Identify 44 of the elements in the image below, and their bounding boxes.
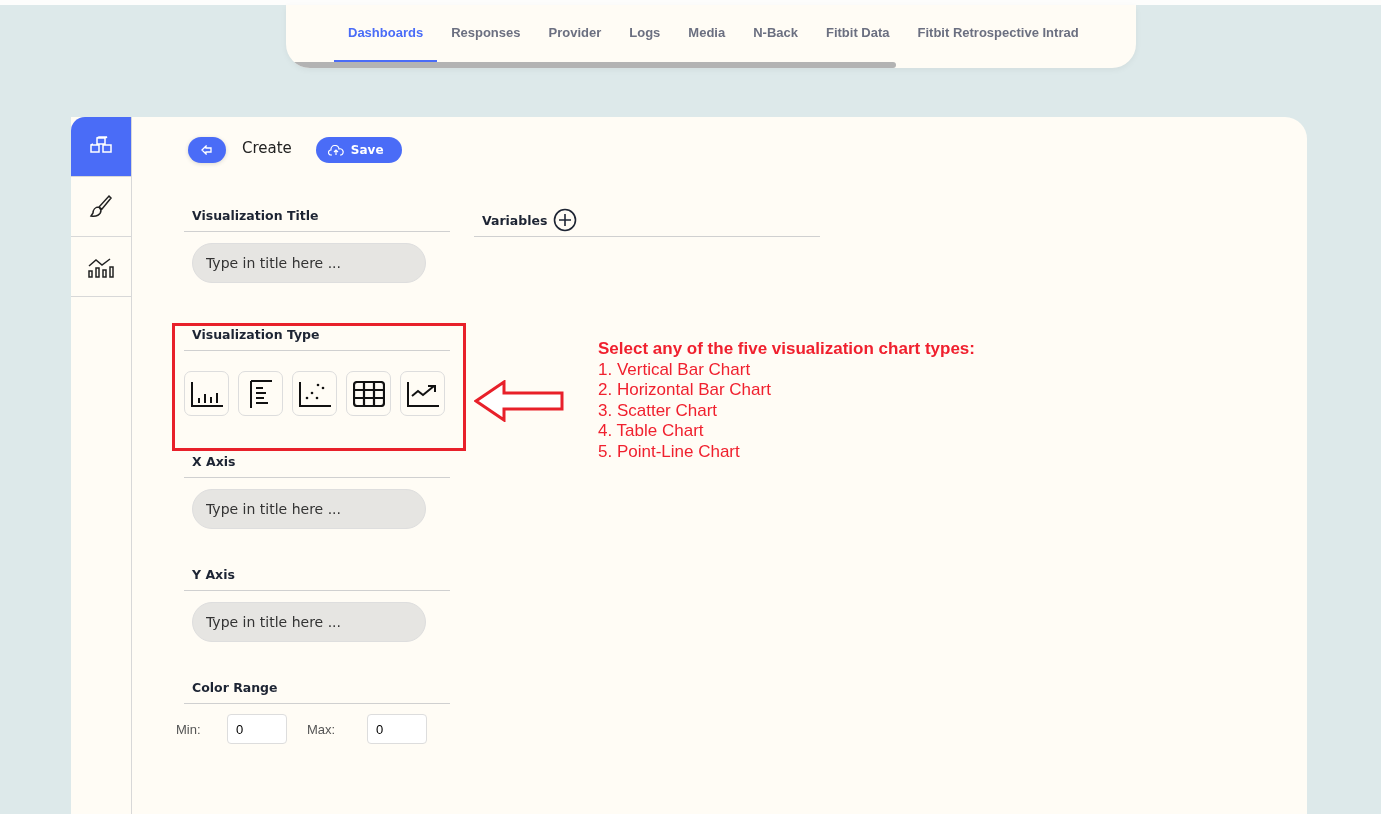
annotation-line: 2. Horizontal Bar Chart [598,380,772,401]
section-label: Y Axis [184,557,450,591]
annotation-line: 5. Point-Line Chart [598,441,741,462]
min-label: Min: [176,721,202,737]
section-label: Color Range [184,670,450,704]
vertical-bar-chart-icon [189,380,224,407]
text-input-field[interactable]: Type in title here ... [192,602,426,642]
cloud-upload-icon [327,144,344,156]
nav-tab[interactable]: Fitbit Retrospective Intrad [903,5,1093,62]
page-title: Create [242,139,292,157]
nav-tab[interactable]: N-Back [739,5,812,62]
chart-type-button[interactable] [400,371,445,416]
brush-icon [89,193,113,220]
chart-type-button[interactable] [238,371,283,416]
back-button[interactable] [188,137,226,163]
text-input-field[interactable]: Type in title here ... [192,243,426,283]
section-label: X Axis [184,444,450,478]
nav-tab[interactable]: Media [674,5,740,62]
sidebar-item[interactable] [71,117,131,177]
min-input-field[interactable]: 0 [227,714,287,744]
nav-tab[interactable]: Provider [534,5,616,62]
add-circle-icon[interactable] [553,208,578,232]
section-label: Visualization Title [184,198,450,232]
annotation-line: 3. Scatter Chart [598,400,719,421]
scatter-chart-icon [297,380,332,407]
max-label: Max: [307,721,337,737]
chart-type-button[interactable] [292,371,337,416]
annotation-heading: Select any of the five visualization chart types: [598,339,975,360]
text-input-field[interactable]: Type in title here ... [192,489,426,529]
save-button[interactable]: Save [315,137,402,163]
variables-label: Variables [482,212,548,228]
max-input-field[interactable]: 0 [367,714,427,744]
nav-tab[interactable]: Fitbit Data [811,5,904,62]
chart-type-button[interactable] [346,371,391,416]
table-icon [352,380,385,407]
horizontal-bar-chart-icon [248,378,273,409]
annotation-line: 1. Vertical Bar Chart [598,359,752,380]
trend-chart-icon [405,380,440,407]
chart-type-button[interactable] [184,371,229,416]
nav-tab[interactable]: Responses [437,5,535,62]
section-label: Visualization Type [184,317,450,351]
annotation-line: 4. Table Chart [598,421,705,442]
back-arrow-icon [201,145,213,155]
nav-tab[interactable]: Logs [615,5,675,62]
